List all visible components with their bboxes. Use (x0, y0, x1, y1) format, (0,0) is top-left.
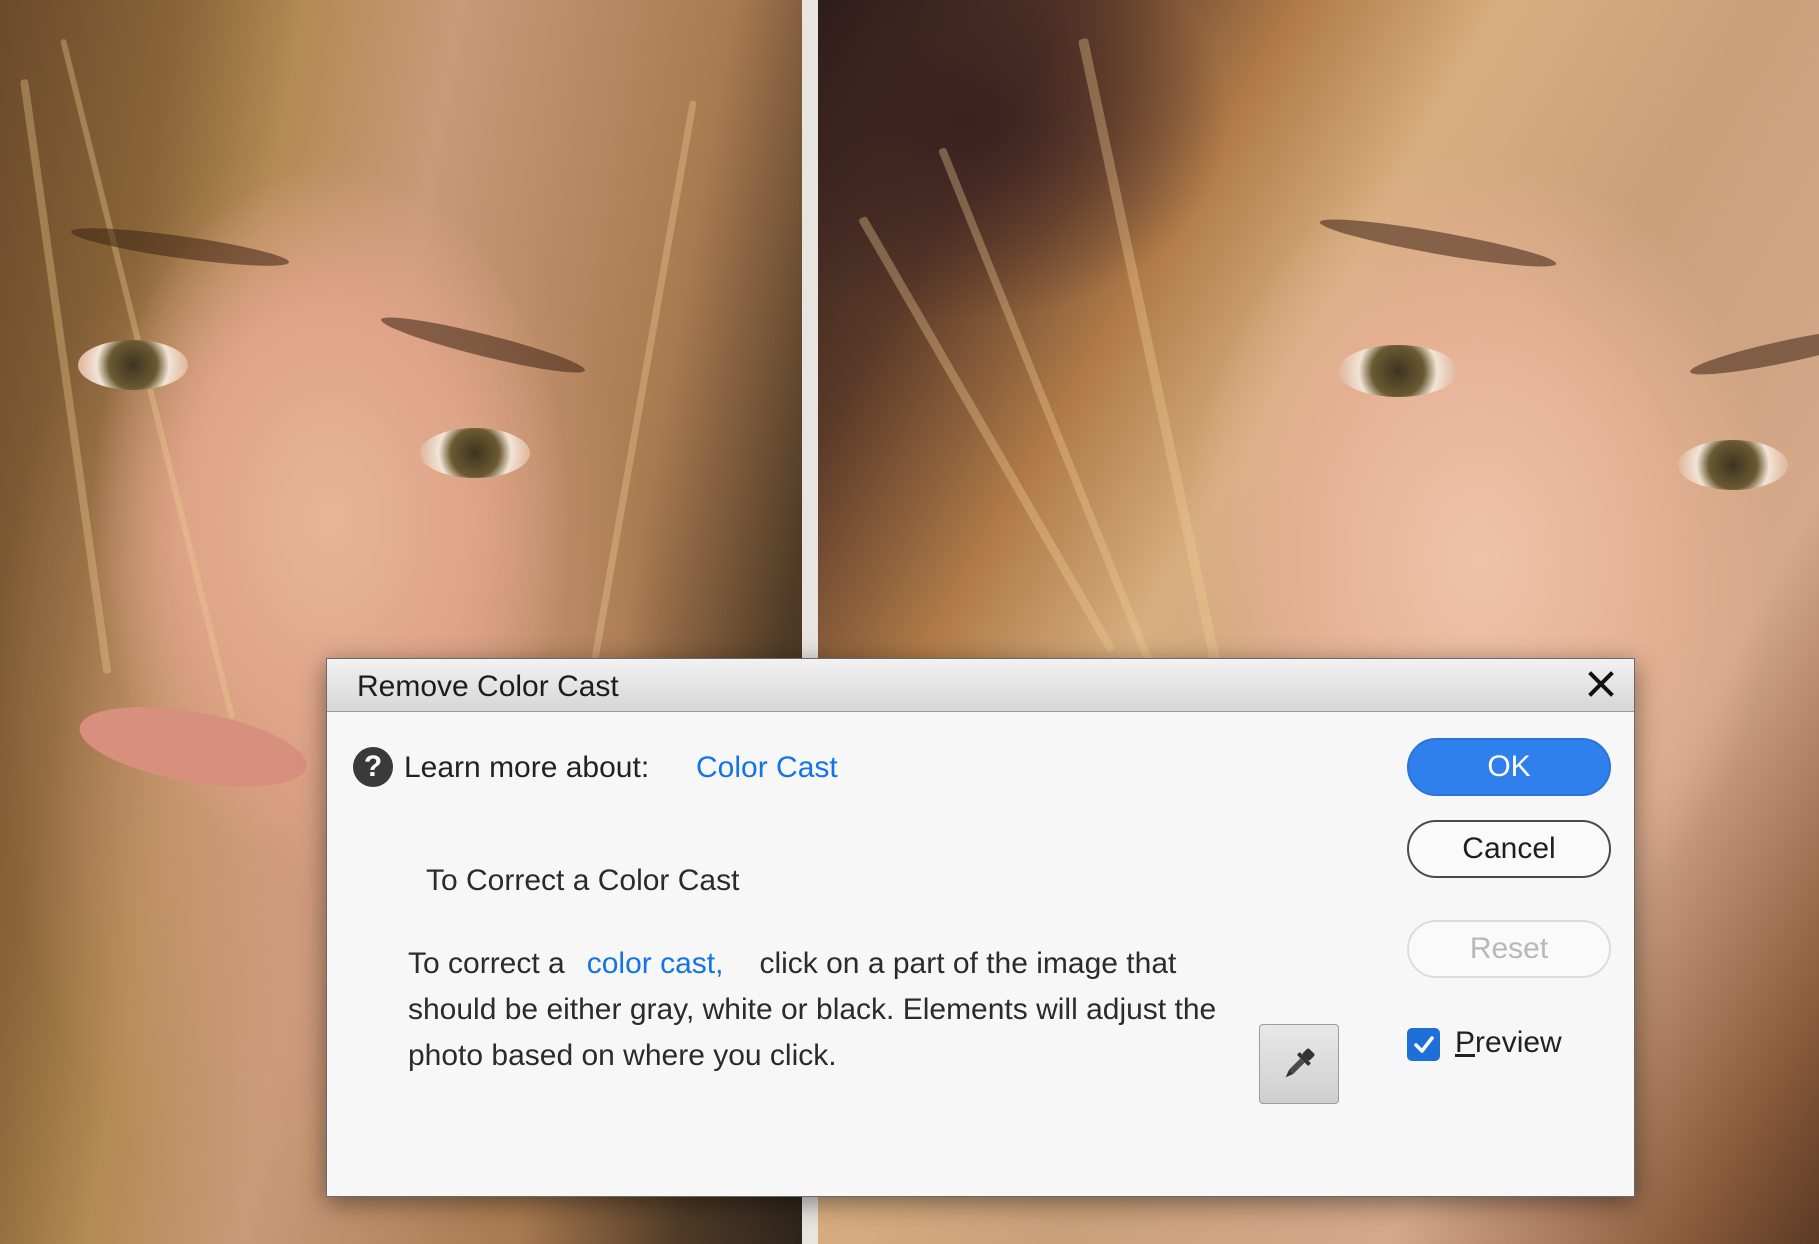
help-icon[interactable]: ? (353, 747, 393, 787)
section-heading: To Correct a Color Cast (426, 864, 740, 897)
learn-more-label: Learn more about: (404, 751, 650, 784)
dialog-titlebar[interactable]: Remove Color Cast (327, 659, 1634, 712)
color-cast-inline-link[interactable]: color cast, (587, 947, 724, 980)
remove-color-cast-dialog: Remove Color Cast ? Learn more about: Co… (326, 658, 1635, 1197)
preview-label[interactable]: Preview (1455, 1026, 1562, 1060)
close-button[interactable] (1582, 665, 1620, 703)
close-icon (1588, 671, 1614, 697)
instructions-text: To correct a color cast, click on a part o… (408, 941, 1228, 1079)
eyedropper-button[interactable] (1259, 1024, 1339, 1104)
cancel-button[interactable]: Cancel (1407, 820, 1611, 878)
checkmark-icon (1413, 1035, 1434, 1053)
eyedropper-icon (1285, 1048, 1315, 1078)
ok-button[interactable]: OK (1407, 738, 1611, 796)
dialog-title: Remove Color Cast (357, 670, 619, 703)
preview-label-rest: review (1475, 1026, 1562, 1059)
preview-mnemonic: P (1455, 1026, 1476, 1059)
color-cast-help-link[interactable]: Color Cast (696, 751, 838, 785)
instructions-before-link: To correct a (408, 947, 565, 980)
reset-button[interactable]: Reset (1407, 920, 1611, 978)
preview-checkbox[interactable] (1407, 1028, 1440, 1061)
